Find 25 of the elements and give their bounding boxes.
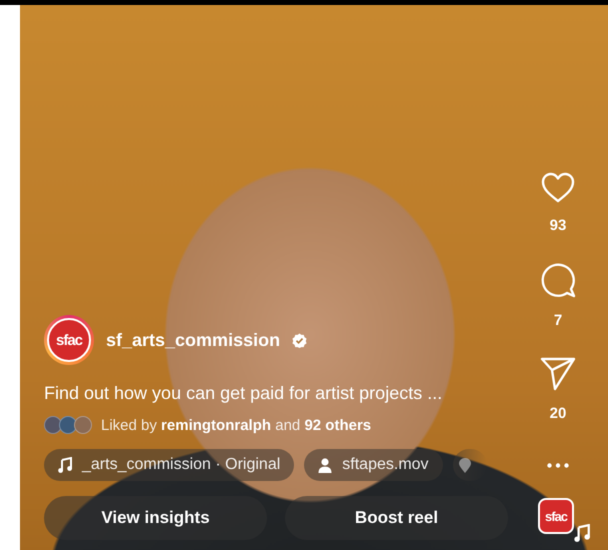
- music-note-icon: [574, 524, 590, 542]
- count-text: 93: [550, 217, 566, 234]
- avatar: [44, 416, 62, 434]
- username[interactable]: sf_arts_commission: [106, 330, 280, 350]
- cover-logo-text: sfac: [544, 508, 568, 524]
- action-button[interactable]: View insights: [44, 496, 267, 540]
- person-icon: [318, 458, 332, 472]
- paper-plane-icon[interactable]: [540, 357, 576, 391]
- caption[interactable]: Find out how you can get paid for artist projects ...: [44, 383, 508, 404]
- speech-bubble-icon[interactable]: [540, 262, 576, 298]
- action-button[interactable]: Boost reel: [285, 496, 508, 540]
- heart-icon[interactable]: [541, 172, 575, 203]
- audio-chip[interactable]: _arts_commission · Original: [44, 449, 294, 481]
- avatar: [74, 416, 92, 434]
- profile-avatar[interactable]: sfac: [44, 315, 94, 365]
- avatar-logo-text: sfac: [56, 332, 82, 348]
- count-text: 20: [550, 405, 566, 422]
- liked-by-text[interactable]: Liked by remingtonralph and 92 others: [101, 416, 372, 434]
- collaborator-chip[interactable]: sftapes.mov: [304, 449, 443, 481]
- more-icon[interactable]: [547, 462, 569, 468]
- count-text: 7: [554, 312, 562, 329]
- pin-icon: [458, 458, 471, 472]
- audio-cover[interactable]: sfac: [538, 498, 574, 534]
- music-note-icon: [58, 457, 72, 473]
- avatar: [59, 416, 77, 434]
